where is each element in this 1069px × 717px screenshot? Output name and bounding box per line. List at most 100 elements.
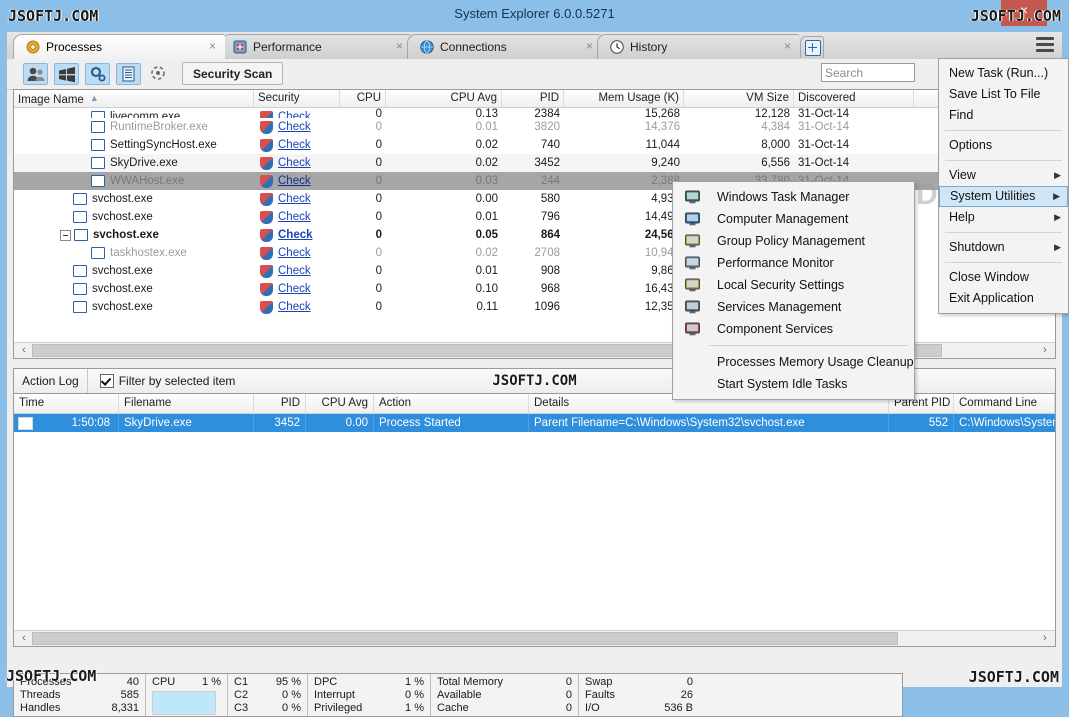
security-check-link[interactable]: Check — [278, 190, 311, 208]
security-check-link[interactable]: Check — [278, 118, 311, 136]
menu-item-view[interactable]: View ▶ — [939, 165, 1068, 186]
submenu-item-group-policy-management[interactable]: Group Policy Management — [673, 230, 914, 252]
main-menu-button[interactable] — [1036, 37, 1054, 53]
menu-item-find[interactable]: Find — [939, 105, 1068, 126]
table-row[interactable]: RuntimeBroker.exe Check 0 0.01 3820 14,376 4,3… — [14, 118, 1055, 136]
action-log-hscrollbar[interactable]: ‹ › — [14, 630, 1055, 646]
menu-separator — [945, 232, 1062, 233]
submenu-item-local-security-settings[interactable]: Local Security Settings — [673, 274, 914, 296]
cell-command-line: C:\Windows\System — [959, 417, 1055, 429]
submenu-item-component-services[interactable]: Component Services — [673, 318, 914, 340]
col-header-filename[interactable]: Filename — [119, 394, 254, 413]
tab-history[interactable]: History × — [597, 34, 800, 59]
tab-close-icon[interactable]: × — [586, 40, 593, 52]
submenu-item-windows-task-manager[interactable]: Windows Task Manager — [673, 186, 914, 208]
col-header-time[interactable]: Time — [14, 394, 119, 413]
scroll-left-icon[interactable]: ‹ — [16, 343, 32, 358]
status-value: 0 — [686, 676, 693, 688]
security-scan-button[interactable]: Security Scan — [182, 62, 284, 85]
security-check-link[interactable]: Check — [278, 136, 311, 154]
scroll-right-icon[interactable]: › — [1037, 631, 1053, 646]
menu-item-save-list-to-file[interactable]: Save List To File — [939, 84, 1068, 105]
submenu-item-processes-memory-usage-cleanup[interactable]: Processes Memory Usage Cleanup — [673, 351, 914, 373]
menu-item-exit-application[interactable]: Exit Application — [939, 288, 1068, 309]
tab-processes[interactable]: Processes × — [13, 34, 225, 59]
col-header-mem-usage[interactable]: Mem Usage (K) — [564, 90, 684, 107]
col-header-security[interactable]: Security — [254, 90, 340, 107]
cell-parent-pid: 552 — [889, 414, 954, 432]
status-value: 8,331 — [111, 702, 139, 714]
submenu-item-label: Group Policy Management — [717, 234, 865, 248]
cell-image-name: svchost.exe — [14, 190, 254, 208]
scroll-thumb[interactable] — [32, 632, 898, 645]
tab-close-icon[interactable]: × — [784, 40, 791, 52]
security-check-link[interactable]: Check — [278, 280, 311, 298]
security-check-link[interactable]: Check — [278, 154, 311, 172]
scroll-left-icon[interactable]: ‹ — [16, 631, 32, 646]
security-check-link[interactable]: Check — [278, 226, 313, 244]
security-check-link[interactable]: Check — [278, 111, 311, 118]
table-row[interactable]: SettingSyncHost.exe Check 0 0.02 740 11,044 8,… — [14, 136, 1055, 154]
menu-item-shutdown[interactable]: Shutdown ▶ — [939, 237, 1068, 258]
scroll-right-icon[interactable]: › — [1037, 343, 1053, 358]
new-tab-button[interactable] — [800, 36, 824, 58]
tree-expander-icon[interactable] — [60, 229, 71, 241]
toolbar-windows-button[interactable] — [54, 63, 79, 85]
toolbar-modules-button[interactable] — [116, 63, 141, 85]
col-header-action[interactable]: Action — [374, 394, 529, 413]
menu-item-label: Find — [949, 108, 974, 122]
security-check-link[interactable]: Check — [278, 208, 311, 226]
action-log-row[interactable]: 1:50:08 SkyDrive.exe 3452 0.00 Process S… — [14, 414, 1055, 432]
col-header-vm-size[interactable]: VM Size — [684, 90, 794, 107]
cell-cpu-avg: 0.02 — [475, 247, 498, 259]
tab-performance[interactable]: Performance × — [220, 34, 412, 59]
table-row[interactable]: livecomm.exe Check 0 0.13 2384 15,268 12,128 31… — [14, 108, 1055, 118]
cell-cpu-avg: 0.02 — [475, 139, 498, 151]
col-header-command-line[interactable]: Command Line — [954, 394, 1055, 413]
col-header-cpu-avg[interactable]: CPU Avg — [306, 394, 374, 413]
menu-item-label: Help — [949, 210, 975, 224]
menu-item-system-utilities[interactable]: System Utilities ▶ — [939, 186, 1068, 207]
submenu-item-computer-management[interactable]: Computer Management — [673, 208, 914, 230]
menu-item-label: New Task (Run...) — [949, 66, 1049, 80]
col-header-cpu-avg[interactable]: CPU Avg — [386, 90, 502, 107]
col-header-pid[interactable]: PID — [502, 90, 564, 107]
col-header-cpu[interactable]: CPU — [340, 90, 386, 107]
tab-close-icon[interactable]: × — [396, 40, 403, 52]
security-check-link[interactable]: Check — [278, 244, 311, 262]
security-check-link[interactable]: Check — [278, 262, 311, 280]
menu-item-options[interactable]: Options — [939, 135, 1068, 156]
submenu-item-performance-monitor[interactable]: Performance Monitor — [673, 252, 914, 274]
status-value: 1 % — [405, 702, 424, 714]
submenu-item-start-system-idle-tasks[interactable]: Start System Idle Tasks — [673, 373, 914, 395]
menu-item-close-window[interactable]: Close Window — [939, 267, 1068, 288]
menu-separator — [945, 160, 1062, 161]
menu-item-label: View — [949, 168, 976, 182]
search-input[interactable]: Search — [821, 63, 915, 82]
security-check-link[interactable]: Check — [278, 172, 311, 190]
cell-security: Check — [254, 172, 340, 190]
table-row[interactable]: SkyDrive.exe Check 0 0.02 3452 9,240 6,556 31-O… — [14, 154, 1055, 172]
submenu-item-services-management[interactable]: Services Management — [673, 296, 914, 318]
close-window-button[interactable]: × — [1001, 0, 1047, 26]
security-check-link[interactable]: Check — [278, 298, 311, 316]
toolbar-target-button[interactable] — [147, 63, 172, 85]
menu-item-help[interactable]: Help ▶ — [939, 207, 1068, 228]
cell-cpu-avg: 0.01 — [475, 121, 498, 133]
filter-by-selected-checkbox[interactable] — [99, 374, 114, 388]
col-header-discovered[interactable]: Discovered — [794, 90, 914, 107]
tab-close-icon[interactable]: × — [209, 40, 216, 52]
tab-connections[interactable]: Connections × — [407, 34, 602, 59]
toolbar-users-button[interactable] — [23, 63, 48, 85]
cell-discovered: 31-Oct-14 — [798, 139, 850, 151]
cell-image-name: SkyDrive.exe — [14, 154, 254, 172]
cell-image-name: RuntimeBroker.exe — [14, 118, 254, 136]
col-header-image-name[interactable]: Image Name ▲ — [14, 90, 254, 107]
main-menu: New Task (Run...) Save List To File Find Op… — [938, 58, 1069, 314]
toolbar-services-button[interactable] — [85, 63, 110, 85]
submenu-item-label: Services Management — [717, 300, 842, 314]
submenu-item-label: Windows Task Manager — [717, 190, 850, 204]
menu-item-new-task-run[interactable]: New Task (Run...) — [939, 63, 1068, 84]
col-header-pid[interactable]: PID — [254, 394, 306, 413]
cell-security: Check — [254, 136, 340, 154]
